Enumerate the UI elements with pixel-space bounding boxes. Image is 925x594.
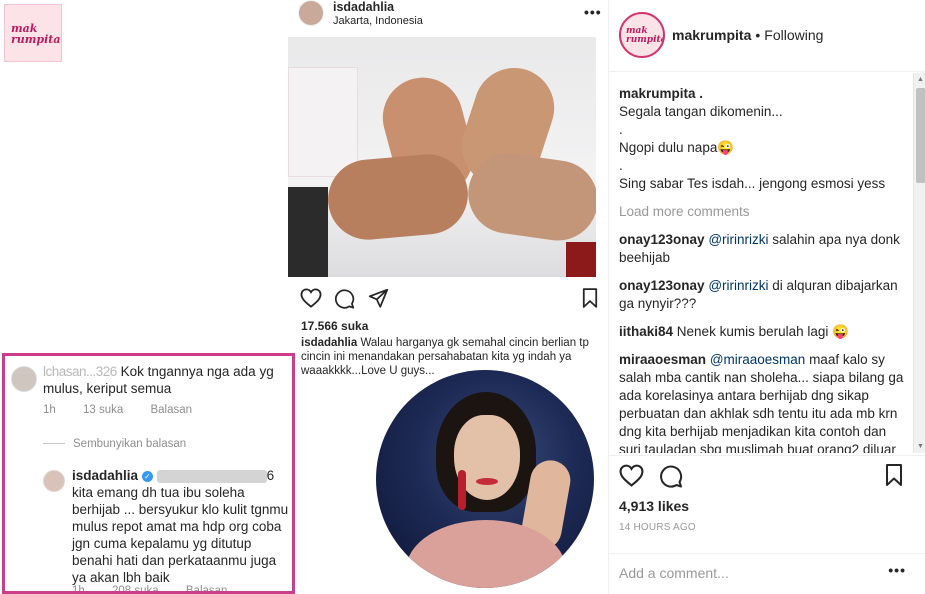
comment-icon[interactable]: [659, 464, 683, 493]
reply-avatar[interactable]: [43, 470, 65, 492]
panel-like-count[interactable]: 4,913 likes: [619, 498, 689, 514]
load-more-comments-button[interactable]: Load more comments: [619, 203, 909, 221]
post-timestamp[interactable]: 14 HOURS AGO: [619, 522, 696, 533]
caption-author[interactable]: makrumpita .: [619, 85, 909, 103]
hand-shape: [324, 151, 472, 243]
comment-item: miraaoesman @miraaoesman maaf kalo sy sa…: [619, 351, 909, 453]
share-icon[interactable]: [368, 288, 389, 314]
add-comment-input[interactable]: [619, 562, 869, 584]
lips-shape: [476, 478, 498, 485]
comment-mention[interactable]: @ririnrizki: [708, 278, 768, 293]
sleeve-shape: [566, 242, 596, 277]
caption-line: Segala tangan dikomenin...: [619, 104, 783, 119]
paper-shape: [288, 67, 358, 177]
post-like-count[interactable]: 17.566 suka: [301, 319, 368, 333]
reply-button[interactable]: Balasan: [150, 404, 192, 416]
comments-scrollbar[interactable]: ▲ ▼: [913, 73, 925, 453]
commenter-avatar[interactable]: [11, 366, 37, 392]
caption-username[interactable]: isdadahlia: [301, 337, 357, 349]
post-author-username[interactable]: isdadahlia: [333, 0, 394, 14]
caption-line: Ngopi dulu napa😜: [619, 140, 735, 155]
comment-username[interactable]: onay123onay: [619, 278, 705, 293]
verified-badge-icon: ✓: [141, 470, 153, 482]
comment-item: onay123onay @ririnrizki salahin apa nya …: [619, 231, 909, 267]
comment-time: 1h: [43, 404, 56, 416]
hide-replies-button[interactable]: Sembunyikan balasan: [43, 438, 186, 450]
scroll-up-arrow-icon[interactable]: ▲: [916, 75, 925, 84]
caption-line: .: [619, 122, 623, 137]
bookmark-icon[interactable]: [885, 464, 903, 491]
logo-text: mak rumpita: [11, 22, 61, 46]
reply-reply-button[interactable]: Balasan: [186, 585, 228, 591]
panel-action-bar: 4,913 likes 14 HOURS AGO: [609, 455, 925, 555]
more-options-icon[interactable]: •••: [888, 562, 906, 578]
caption-comment: makrumpita . Segala tangan dikomenin... …: [619, 85, 909, 193]
following-button[interactable]: Following: [764, 27, 823, 43]
header-account-info: makrumpita • Following: [672, 27, 823, 43]
reply-meta: 1h 208 suka Balasan: [72, 585, 251, 594]
reply-time: 1h: [72, 585, 85, 594]
comment-text: lchasan...326 Kok tngannya nga ada yg mu…: [43, 363, 292, 397]
comment-likes[interactable]: 13 suka: [83, 404, 123, 416]
reply-username[interactable]: isdadahlia: [72, 468, 138, 483]
earring-shape: [458, 470, 466, 510]
reply-likes[interactable]: 208 suka: [112, 585, 159, 591]
caption-line: .: [619, 158, 623, 173]
scroll-down-arrow-icon[interactable]: ▼: [916, 442, 925, 451]
post-author-avatar[interactable]: [298, 0, 324, 26]
caption-line: Sing sabar Tes isdah... jengong esmosi y…: [619, 176, 886, 191]
post-location[interactable]: Jakarta, Indonesia: [333, 15, 423, 27]
post-photo-hands[interactable]: [288, 37, 596, 277]
comments-list[interactable]: makrumpita . Segala tangan dikomenin... …: [609, 73, 925, 453]
hand-shape: [463, 148, 596, 246]
heart-icon[interactable]: [619, 464, 644, 492]
comment-item: iithaki84 Nenek kumis berulah lagi 😜: [619, 323, 909, 341]
post-more-options-icon[interactable]: •••: [584, 4, 602, 20]
header-username[interactable]: makrumpita: [672, 27, 751, 43]
comment-icon[interactable]: [334, 288, 355, 314]
header-separator: •: [755, 27, 761, 43]
heart-icon[interactable]: [300, 288, 322, 313]
blurred-username: lchasan...326: [43, 364, 117, 379]
comment-mention[interactable]: @miraaoesman: [710, 352, 806, 367]
comments-scroll-content: makrumpita . Segala tangan dikomenin... …: [619, 85, 909, 453]
comment-username[interactable]: onay123onay: [619, 232, 705, 247]
circular-portrait-image: [376, 370, 594, 588]
comment-item: onay123onay @ririnrizki di alquran dibaj…: [619, 277, 909, 313]
reply-body: emang dh tua ibu soleha berhijab ... ber…: [72, 485, 289, 585]
add-comment-bar: •••: [609, 553, 925, 594]
sleeve-shape: [288, 187, 328, 277]
post-detail-panel: mak rumpita makrumpita • Following makrump…: [608, 0, 925, 594]
hide-replies-label: Sembunyikan balasan: [73, 438, 187, 450]
scrollbar-thumb[interactable]: [916, 88, 925, 183]
comment-username[interactable]: iithaki84: [619, 324, 673, 339]
post-caption: isdadahlia Walau harganya gk semahal cin…: [301, 336, 603, 378]
comment-username[interactable]: miraaoesman: [619, 352, 706, 367]
highlighted-comment-card: lchasan...326 Kok tngannya nga ada yg mu…: [2, 353, 295, 594]
comment-meta: 1h 13 suka Balasan: [43, 404, 216, 416]
comment-mention[interactable]: @ririnrizki: [708, 232, 768, 247]
panel-header: mak rumpita makrumpita • Following: [609, 0, 925, 72]
reply-text: isdadahlia ✓ 6 kita emang dh tua ibu sol…: [72, 467, 292, 586]
comment-text: Nenek kumis berulah lagi 😜: [676, 324, 849, 339]
blurred-mention: [156, 469, 267, 483]
account-avatar[interactable]: mak rumpita: [619, 12, 665, 58]
avatar-logo-text: mak rumpita: [626, 26, 665, 45]
comment-text: maaf kalo sy salah mba cantik nan sholeh…: [619, 352, 904, 453]
makrumpita-logo: mak rumpita: [4, 4, 62, 62]
divider-line: [43, 443, 65, 445]
bookmark-icon[interactable]: [582, 288, 598, 313]
